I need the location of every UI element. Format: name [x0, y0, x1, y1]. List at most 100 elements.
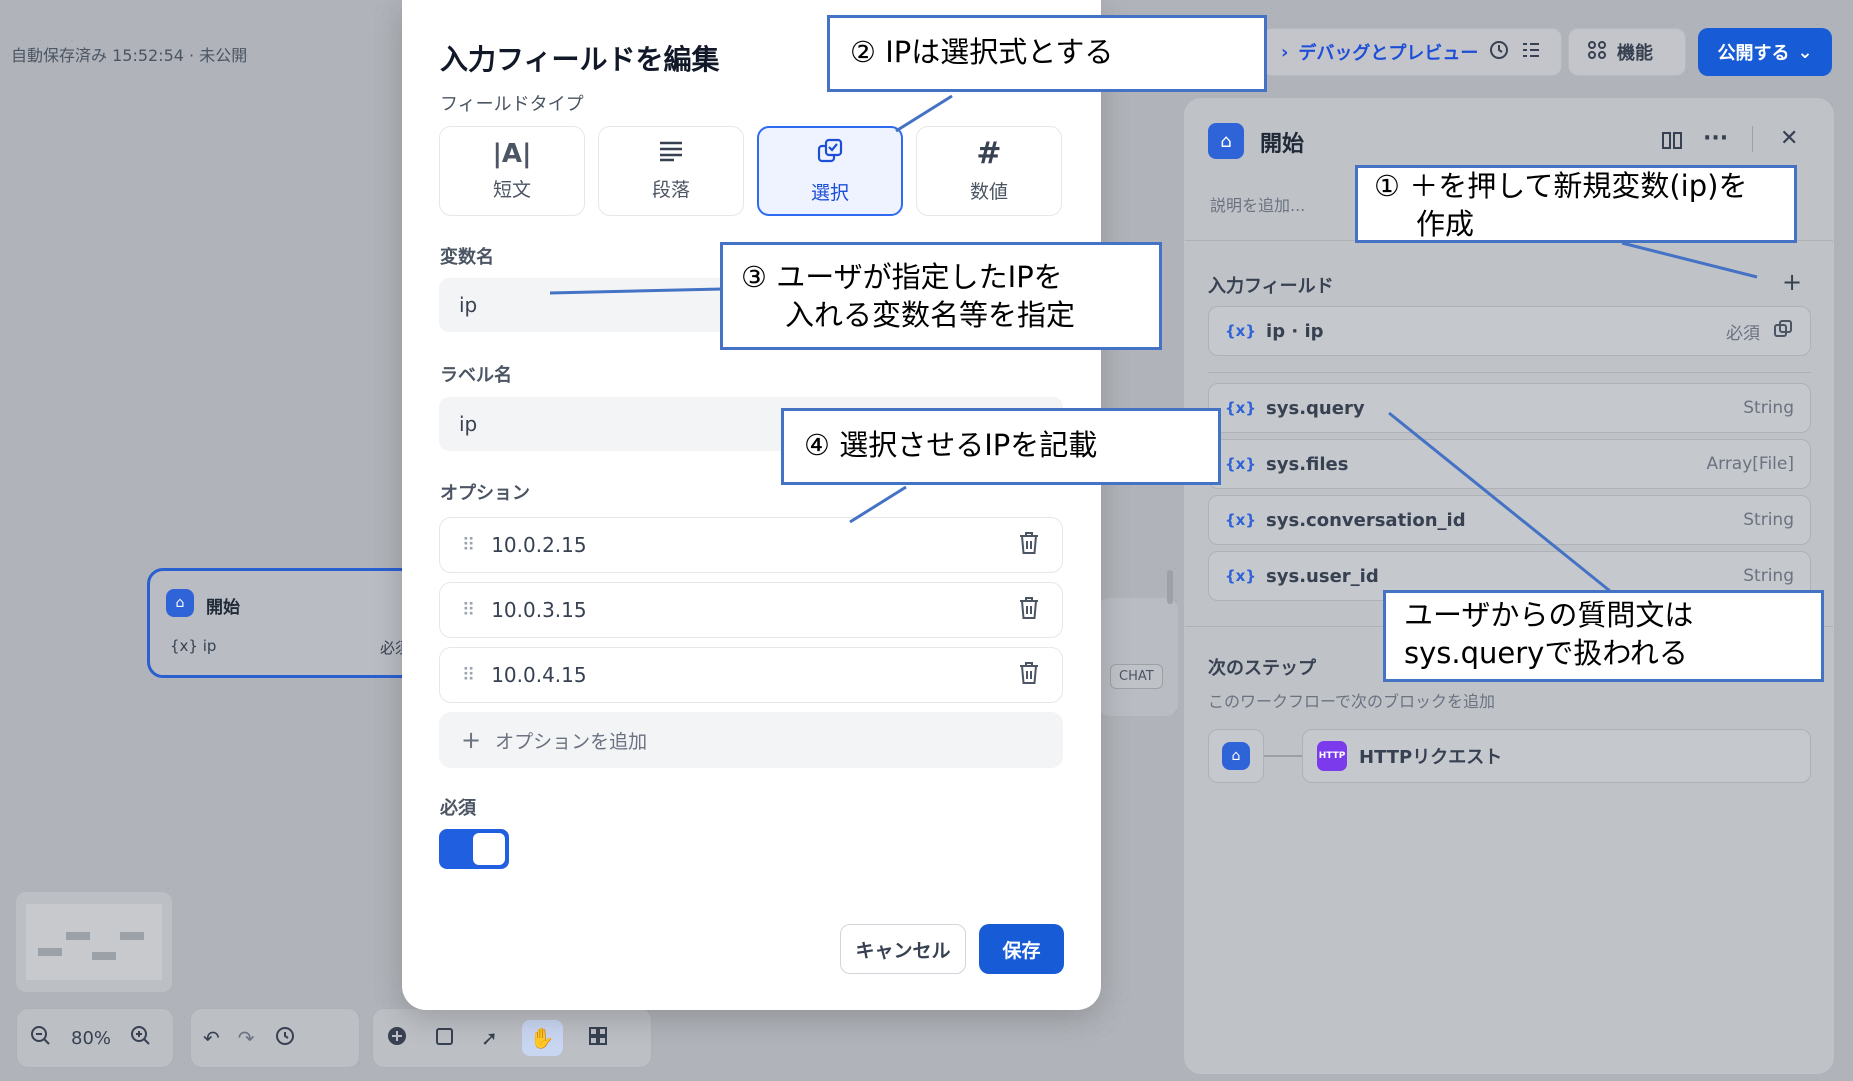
autosave-status: 自動保存済み 15:52:54 · 未公開 [11, 46, 248, 65]
redo-icon[interactable]: ↷ [238, 1026, 255, 1050]
drag-handle-icon[interactable]: ⠿ [462, 535, 475, 556]
add-option-button[interactable]: + オプションを追加 [439, 712, 1063, 768]
field-type-paragraph[interactable]: 段落 [598, 126, 744, 216]
debug-toolbar-group: › デバッグとプレビュー [1262, 28, 1562, 76]
save-button[interactable]: 保存 [979, 924, 1064, 974]
sys-var-type: Array[File] [1706, 454, 1795, 474]
sys-var-type: String [1743, 398, 1794, 418]
sys-var-type: String [1743, 566, 1794, 586]
next-step-description: このワークフローで次のブロックを追加 [1208, 692, 1496, 711]
chevron-down-icon: ⌄ [1797, 41, 1813, 63]
start-node-var: {x} ip [170, 637, 217, 655]
drag-handle-icon[interactable]: ⠿ [462, 600, 475, 621]
undo-icon[interactable]: ↶ [203, 1026, 220, 1050]
start-node[interactable]: ⌂ 開始 {x} ip 必須 [147, 568, 417, 678]
home-icon: ⌂ [1222, 742, 1250, 770]
add-note-icon[interactable] [433, 1024, 457, 1053]
trash-icon[interactable] [1018, 531, 1040, 560]
zoom-in-icon[interactable] [129, 1024, 153, 1053]
callout-options: ④ 選択させるIPを記載 [781, 408, 1221, 485]
history-run-icon[interactable] [1488, 39, 1510, 66]
field-type-label-text: 数値 [969, 180, 1008, 203]
sys-var-row: {x} sys.conversation_id String [1208, 495, 1811, 545]
minimap[interactable] [16, 892, 172, 992]
select-type-icon [1772, 318, 1794, 345]
panel-title: 開始 [1260, 132, 1305, 157]
sys-var-type: String [1743, 510, 1794, 530]
sys-var-name: sys.conversation_id [1266, 509, 1466, 531]
apps-icon [1587, 40, 1607, 65]
pointer-icon[interactable]: ➚ [481, 1026, 498, 1050]
debug-preview-button[interactable]: デバッグとプレビュー [1298, 39, 1478, 65]
required-label: 必須 [440, 798, 476, 819]
hand-icon[interactable]: ✋ [521, 1020, 563, 1056]
text-cursor-icon: |A| [492, 138, 532, 169]
callout-select-type: ② IPは選択式とする [827, 15, 1267, 92]
add-node-icon[interactable] [385, 1024, 409, 1053]
option-row[interactable]: ⠿ 10.0.2.15 [439, 517, 1063, 573]
trash-icon[interactable] [1018, 596, 1040, 625]
field-type-select[interactable]: 選択 [757, 126, 903, 216]
callout-text: 作成 [1416, 206, 1475, 241]
checklist-icon[interactable] [1520, 39, 1542, 66]
callout-add-variable: ① ＋を押して新規変数(ip)を 作成 [1355, 165, 1797, 243]
history-icon[interactable] [273, 1024, 297, 1053]
history-controls: ↶ ↷ [190, 1008, 360, 1068]
add-option-label: オプションを追加 [495, 730, 648, 753]
option-value[interactable]: 10.0.2.15 [491, 533, 586, 557]
more-icon[interactable]: ··· [1703, 126, 1728, 151]
field-type-number[interactable]: # 数値 [916, 126, 1062, 216]
layout-icon[interactable] [587, 1025, 609, 1052]
field-type-label-text: 選択 [810, 182, 849, 204]
canvas-scrollbar[interactable] [1167, 570, 1173, 604]
canvas-tools: ➚ ✋ [372, 1008, 652, 1068]
trash-icon[interactable] [1018, 661, 1040, 690]
hash-icon: # [976, 135, 1002, 171]
panel-home-icon: ⌂ [1208, 123, 1244, 159]
cancel-button[interactable]: キャンセル [840, 924, 966, 974]
add-variable-button[interactable]: + [1782, 268, 1802, 296]
publish-button[interactable]: 公開する ⌄ [1698, 28, 1832, 76]
current-block-chip: ⌂ [1208, 729, 1264, 783]
input-var-row[interactable]: {x} ip · ip 必須 [1208, 306, 1811, 356]
field-type-short-text[interactable]: |A| 短文 [439, 126, 585, 216]
label-name-label: ラベル名 [440, 365, 512, 386]
callout-text: ② IPは選択式とする [850, 35, 1114, 69]
callout-text: 入れる変数名等を指定 [785, 297, 1076, 332]
zoom-level[interactable]: 80% [71, 1028, 111, 1049]
options-label: オプション [440, 483, 530, 504]
http-icon: HTTP [1317, 741, 1347, 771]
option-value[interactable]: 10.0.3.15 [491, 598, 586, 622]
panel-description[interactable]: 説明を追加... [1210, 192, 1305, 216]
input-fields-title: 入力フィールド [1208, 276, 1334, 297]
modal-title: 入力フィールドを編集 [440, 43, 720, 76]
callout-text: ① ＋を押して新規変数(ip)を [1374, 169, 1748, 203]
variable-icon: {x} [1225, 567, 1257, 585]
llm-node[interactable] [1098, 598, 1178, 716]
sys-var-name: sys.files [1266, 453, 1349, 475]
input-var-name: ip · ip [1266, 320, 1324, 342]
close-icon[interactable]: ✕ [1780, 126, 1798, 151]
features-button[interactable]: 機能 [1568, 28, 1686, 76]
next-block-label: HTTPリクエスト [1359, 747, 1503, 768]
publish-label: 公開する [1717, 43, 1790, 64]
sys-var-name: sys.user_id [1266, 565, 1379, 587]
callout-text: ユーザからの質問文は [1404, 598, 1694, 632]
callout-variable-name: ③ ユーザが指定したIPを 入れる変数名等を指定 [720, 242, 1162, 350]
option-row[interactable]: ⠿ 10.0.3.15 [439, 582, 1063, 638]
next-block-http[interactable]: HTTP HTTPリクエスト [1302, 729, 1811, 783]
drag-handle-icon[interactable]: ⠿ [462, 665, 475, 686]
features-label: 機能 [1617, 43, 1653, 64]
variable-icon: {x} [1225, 399, 1257, 417]
zoom-out-icon[interactable] [29, 1024, 53, 1053]
next-step-title: 次のステップ [1208, 658, 1316, 679]
required-toggle[interactable] [439, 829, 509, 869]
variable-icon: {x} [1225, 455, 1257, 473]
docs-book-icon[interactable] [1660, 128, 1684, 156]
sys-var-row: {x} sys.files Array[File] [1208, 439, 1811, 489]
var-name-label: 変数名 [440, 247, 494, 268]
field-type-label: フィールドタイプ [440, 94, 584, 115]
select-icon [816, 137, 844, 170]
option-row[interactable]: ⠿ 10.0.4.15 [439, 647, 1063, 703]
option-value[interactable]: 10.0.4.15 [491, 663, 586, 687]
